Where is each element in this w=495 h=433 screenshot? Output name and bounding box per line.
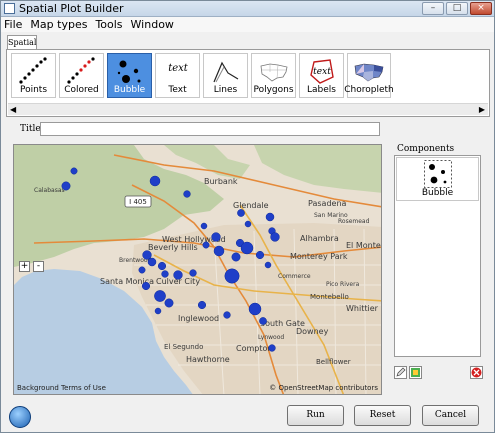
place-label-calabasas: Calabasas xyxy=(34,187,65,194)
place-label-burbank: Burbank xyxy=(204,177,238,186)
map-canvas: I 405 Burbank Glendale Pasadena West Hol… xyxy=(14,145,381,394)
scroll-right-icon[interactable]: ▶ xyxy=(479,105,485,114)
palette-label-lines: Lines xyxy=(213,85,238,95)
polygons-icon xyxy=(260,63,287,82)
choropleth-icon xyxy=(354,63,384,82)
component-item-bubble[interactable]: Bubble xyxy=(396,157,479,201)
lines-icon xyxy=(212,61,238,83)
tab-spatial[interactable]: Spatial xyxy=(7,35,37,49)
palette-label-points: Points xyxy=(19,85,48,95)
map-attribution: © OpenStreetMap contributors xyxy=(269,384,378,392)
place-label-el-segundo: El Segundo xyxy=(164,343,203,351)
place-label-san-marino: San Marino xyxy=(314,212,348,219)
place-label-bellflower: Bellflower xyxy=(316,358,351,366)
highway-shield-label: I 405 xyxy=(129,198,147,206)
properties-button[interactable] xyxy=(409,366,422,379)
palette-label-bubble: Bubble xyxy=(113,85,146,95)
place-label-rosemead: Rosemead xyxy=(338,218,370,225)
palette-item-lines[interactable]: Lines xyxy=(203,53,248,98)
palette-label-labels: Labels xyxy=(307,85,336,95)
menu-window[interactable]: Window xyxy=(131,18,174,31)
palette-item-polygons[interactable]: Polygons xyxy=(251,53,296,98)
zoom-in-button[interactable]: + xyxy=(19,261,30,272)
labels-icon: text xyxy=(309,59,334,84)
palette-item-bubble[interactable]: Bubble xyxy=(107,53,152,98)
place-label-hawthorne: Hawthorne xyxy=(186,355,230,364)
edit-component-button[interactable] xyxy=(394,366,407,379)
components-label: Components xyxy=(397,144,455,154)
window-title: Spatial Plot Builder xyxy=(19,2,124,15)
palette-label-polygons: Polygons xyxy=(253,85,294,95)
menu-map-types[interactable]: Map types xyxy=(30,18,87,31)
menu-bar: File Map types Tools Window xyxy=(1,17,494,32)
minimize-button[interactable]: – xyxy=(422,2,444,15)
app-logo xyxy=(9,406,31,428)
palette-scrollbar[interactable]: ◀ ▶ xyxy=(8,103,488,115)
map-terms-link[interactable]: Background Terms of Use xyxy=(17,384,106,392)
palette-label-choropleth: Choropleth xyxy=(344,85,394,95)
labels-icon-glyph: text xyxy=(313,67,331,77)
components-panel: Bubble xyxy=(394,155,481,357)
points-icon xyxy=(18,57,47,84)
run-button[interactable]: Run xyxy=(287,405,344,426)
reset-button[interactable]: Reset xyxy=(354,405,411,426)
place-label-pasadena: Pasadena xyxy=(308,199,347,208)
palette-item-choropleth[interactable]: Choropleth xyxy=(344,53,394,98)
place-label-pico-rivera: Pico Rivera xyxy=(326,281,360,288)
text-icon: text xyxy=(168,63,189,74)
place-label-whittier: Whittier xyxy=(346,304,379,313)
place-label-glendale: Glendale xyxy=(233,201,269,210)
place-label-downey: Downey xyxy=(296,327,329,336)
edit-icon xyxy=(396,367,406,377)
map-app-icon xyxy=(4,3,15,14)
title-bar: Spatial Plot Builder – □ × xyxy=(1,1,494,17)
title-input[interactable] xyxy=(40,122,380,136)
zoom-out-button[interactable]: - xyxy=(33,261,44,272)
bubble-icon xyxy=(423,160,452,188)
palette-item-labels[interactable]: text Labels xyxy=(299,53,344,98)
place-label-montebello: Montebello xyxy=(310,293,349,301)
close-window-button[interactable]: × xyxy=(470,2,492,15)
app-window: Spatial Plot Builder – □ × File Map type… xyxy=(0,0,495,433)
place-label-compton: Compton xyxy=(236,344,272,353)
palette-item-colored[interactable]: Colored xyxy=(59,53,104,98)
colored-points-icon xyxy=(66,57,95,84)
place-label-inglewood: Inglewood xyxy=(178,314,219,323)
map-view[interactable]: I 405 Burbank Glendale Pasadena West Hol… xyxy=(13,144,382,395)
place-label-el-monte: El Monte xyxy=(346,241,381,250)
menu-tools[interactable]: Tools xyxy=(95,18,122,31)
properties-icon xyxy=(411,368,420,377)
palette-label-colored: Colored xyxy=(64,85,99,95)
bubble-icon xyxy=(117,60,140,83)
menu-file[interactable]: File xyxy=(4,18,22,31)
palette-item-points[interactable]: Points xyxy=(11,53,56,98)
maximize-button[interactable]: □ xyxy=(446,2,468,15)
cancel-button[interactable]: Cancel xyxy=(422,405,479,426)
palette-label-text: Text xyxy=(168,85,187,95)
text-icon-glyph: text xyxy=(168,63,189,74)
place-label-alhambra: Alhambra xyxy=(300,234,339,243)
place-label-monterey-park: Monterey Park xyxy=(290,252,348,261)
scroll-left-icon[interactable]: ◀ xyxy=(10,105,16,114)
place-label-commerce: Commerce xyxy=(278,273,311,280)
component-label-bubble: Bubble xyxy=(421,188,454,198)
place-label-lynwood: Lynwood xyxy=(258,334,284,341)
map-type-palette: Points Colored Bubble text Text Lines Po… xyxy=(6,49,490,117)
place-label-beverly-hills: Beverly Hills xyxy=(148,243,198,252)
delete-component-button[interactable] xyxy=(470,366,483,379)
delete-icon xyxy=(471,367,482,378)
palette-item-text[interactable]: text Text xyxy=(155,53,200,98)
